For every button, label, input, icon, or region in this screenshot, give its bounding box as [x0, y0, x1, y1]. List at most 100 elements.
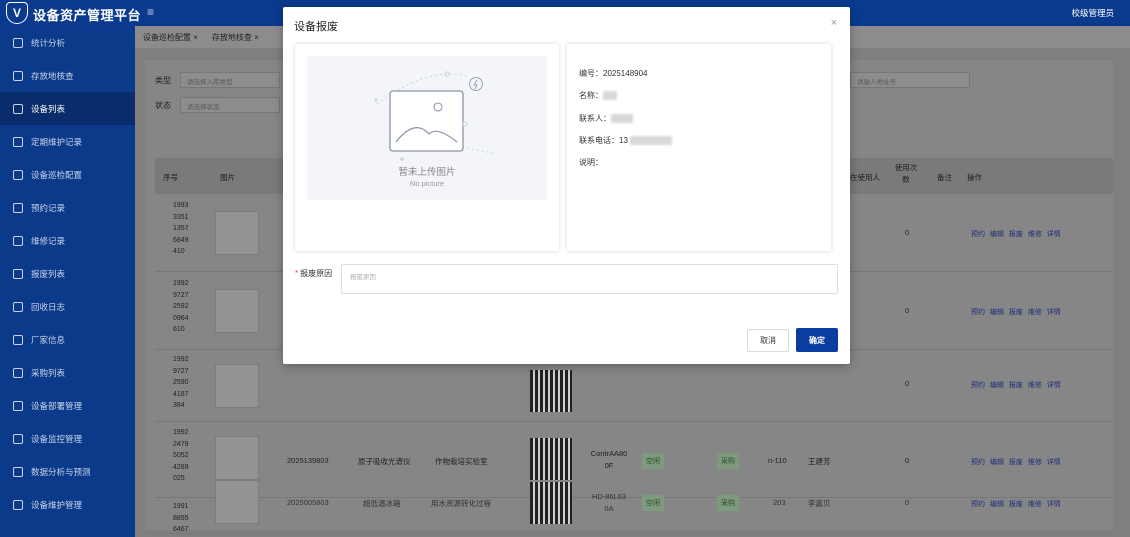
usage-count: 0 — [905, 306, 910, 315]
user-icon — [13, 400, 23, 411]
info-name: 名称： — [579, 90, 617, 101]
table-row: 1991885564671954946 — [155, 498, 1113, 534]
type-filter-select[interactable]: 请选择入库类型 — [180, 72, 280, 88]
status-filter-label: 状态 — [155, 101, 171, 110]
sidebar-item-repairs[interactable]: 维修记录 — [0, 224, 135, 257]
sidebar-item-monitoring[interactable]: 设备监控管理 — [0, 422, 135, 455]
scrap-reason-textarea[interactable]: 报废原因 — [341, 264, 838, 294]
sidebar-item-reservations[interactable]: 预约记录 — [0, 191, 135, 224]
sidebar: 统计分析 存放地核查 设备列表 定期维护记录 设备巡检配置 预约记录 维修记录 … — [0, 26, 135, 537]
col-header-user: 在使用人 — [850, 173, 880, 182]
status-badge: 空闲 — [642, 453, 664, 469]
sidebar-item-storage-check[interactable]: 存放地核查 — [0, 59, 135, 92]
sidebar-item-label: 报废列表 — [31, 268, 66, 279]
usage-count: 0 — [905, 456, 910, 465]
col-header-usage: 使用次数 — [894, 163, 918, 184]
record-icon — [13, 235, 23, 246]
table-row: 1992 2479 5052 4289 025 2025139803 原子吸收光谱仪 作… — [155, 422, 1113, 498]
device-thumbnail — [215, 211, 259, 255]
row-index: 1992 9727 2590 4187 384 — [173, 356, 189, 410]
record-icon — [13, 268, 23, 279]
redacted-value — [629, 136, 672, 146]
row-index: 1993 3351 1357 6849 410 — [173, 202, 189, 256]
device-thumbnail — [215, 436, 259, 480]
document-icon — [13, 103, 23, 114]
col-header-image: 图片 — [220, 173, 235, 182]
tab-inspection-config[interactable]: 设备巡检配置 × — [143, 32, 198, 43]
responsible-person: 王建芳 — [808, 457, 831, 466]
user-menu[interactable]: 校级管理员 — [1071, 7, 1114, 19]
status-filter-select[interactable]: 请选择状态 — [180, 97, 280, 113]
home-icon — [13, 37, 23, 48]
type-filter-label: 类型 — [155, 76, 171, 85]
sidebar-item-scrap-list[interactable]: 报废列表 — [0, 257, 135, 290]
device-thumbnail — [215, 289, 259, 333]
image-card: 暂未上传图片 No picture — [295, 44, 559, 251]
confirm-button[interactable]: 确定 — [796, 328, 838, 352]
sidebar-item-maintenance[interactable]: 定期维护记录 — [0, 125, 135, 158]
usage-count: 0 — [905, 379, 910, 388]
device-code: 2025139803 — [287, 456, 329, 465]
sidebar-item-label: 定期维护记录 — [31, 136, 83, 147]
row-actions[interactable]: 预约 编辑 报废 维修 详情 — [971, 380, 1061, 390]
lock-icon — [13, 301, 23, 312]
sidebar-item-stats[interactable]: 统计分析 — [0, 26, 135, 59]
row-index: 1991885564671954946 — [173, 503, 189, 534]
device-code-value: 2025148904 — [603, 69, 648, 78]
device-lab: 作物栽培实验室 — [435, 457, 488, 466]
sidebar-item-analytics[interactable]: 数据分析与预测 — [0, 455, 135, 488]
person-icon — [13, 499, 23, 510]
scrap-reason-label: * 报废原因 — [295, 269, 333, 278]
info-code: 编号：2025148904 — [579, 69, 648, 78]
no-picture-text: 暂未上传图片 — [398, 167, 456, 178]
shield-logo-icon: V — [6, 2, 28, 24]
image-placeholder: 暂未上传图片 No picture — [307, 56, 547, 200]
sidebar-item-label: 设备列表 — [31, 103, 66, 114]
record-icon — [13, 367, 23, 378]
sidebar-item-label: 设备部署管理 — [31, 400, 83, 411]
qr-code — [530, 438, 572, 480]
sidebar-item-label: 设备维护管理 — [31, 499, 83, 510]
redacted-value — [611, 114, 633, 124]
address-filter-input[interactable]: 请输入地址号 — [850, 72, 970, 88]
row-actions[interactable]: 预约 编辑 报废 维修 详情 — [971, 229, 1061, 239]
dialog-title: 设备报废 — [294, 21, 338, 33]
sidebar-item-label: 统计分析 — [31, 37, 66, 48]
row-index: 1992 2479 5052 4289 025 — [173, 429, 189, 483]
hamburger-icon[interactable]: ≡ — [147, 5, 154, 19]
device-info-card: 编号：2025148904 名称： 联系人： 联系电话：13 说明： — [567, 44, 831, 251]
redacted-value — [603, 91, 617, 101]
sidebar-item-vendors[interactable]: 厂家信息 — [0, 323, 135, 356]
sidebar-item-purchases[interactable]: 采购列表 — [0, 356, 135, 389]
scrap-device-dialog: 设备报废 × 暂未上传图片 No picture 编号：2025148904 名… — [283, 7, 850, 364]
phone-prefix: 13 — [619, 136, 628, 145]
sidebar-item-label: 预约记录 — [31, 202, 66, 213]
sidebar-item-label: 设备巡检配置 — [31, 169, 83, 180]
close-icon[interactable]: × — [831, 17, 837, 29]
info-desc: 说明： — [579, 158, 603, 167]
device-thumbnail — [215, 364, 259, 408]
sidebar-item-inspection[interactable]: 设备巡检配置 — [0, 158, 135, 191]
room-number: n-110 — [768, 456, 787, 465]
app-title: 设备资产管理平台 — [33, 8, 142, 23]
record-icon — [13, 334, 23, 345]
sidebar-item-deployment[interactable]: 设备部署管理 — [0, 389, 135, 422]
document-icon — [13, 70, 23, 81]
cancel-button[interactable]: 取消 — [747, 329, 789, 352]
tab-storage-check[interactable]: 存放地核查 × — [212, 32, 259, 43]
device-model: ContrAA80 0F — [590, 449, 628, 470]
row-actions[interactable]: 预约 编辑 报废 维修 详情 — [971, 307, 1061, 317]
col-header-remark: 备注 — [937, 173, 952, 182]
usage-count: 0 — [905, 228, 910, 237]
bell-icon — [13, 433, 23, 444]
qr-code — [530, 370, 572, 412]
sidebar-item-device-maintenance[interactable]: 设备维护管理 — [0, 488, 135, 521]
sidebar-item-recycle-log[interactable]: 回收日志 — [0, 290, 135, 323]
row-index: 1992 9727 2592 0964 610 — [173, 280, 189, 334]
record-icon — [13, 169, 23, 180]
record-icon — [13, 202, 23, 213]
row-actions[interactable]: 预约 编辑 报废 维修 详情 — [971, 457, 1061, 467]
sidebar-item-device-list[interactable]: 设备列表 — [0, 92, 135, 125]
sidebar-item-label: 回收日志 — [31, 301, 66, 312]
info-contact: 联系人： — [579, 113, 633, 124]
